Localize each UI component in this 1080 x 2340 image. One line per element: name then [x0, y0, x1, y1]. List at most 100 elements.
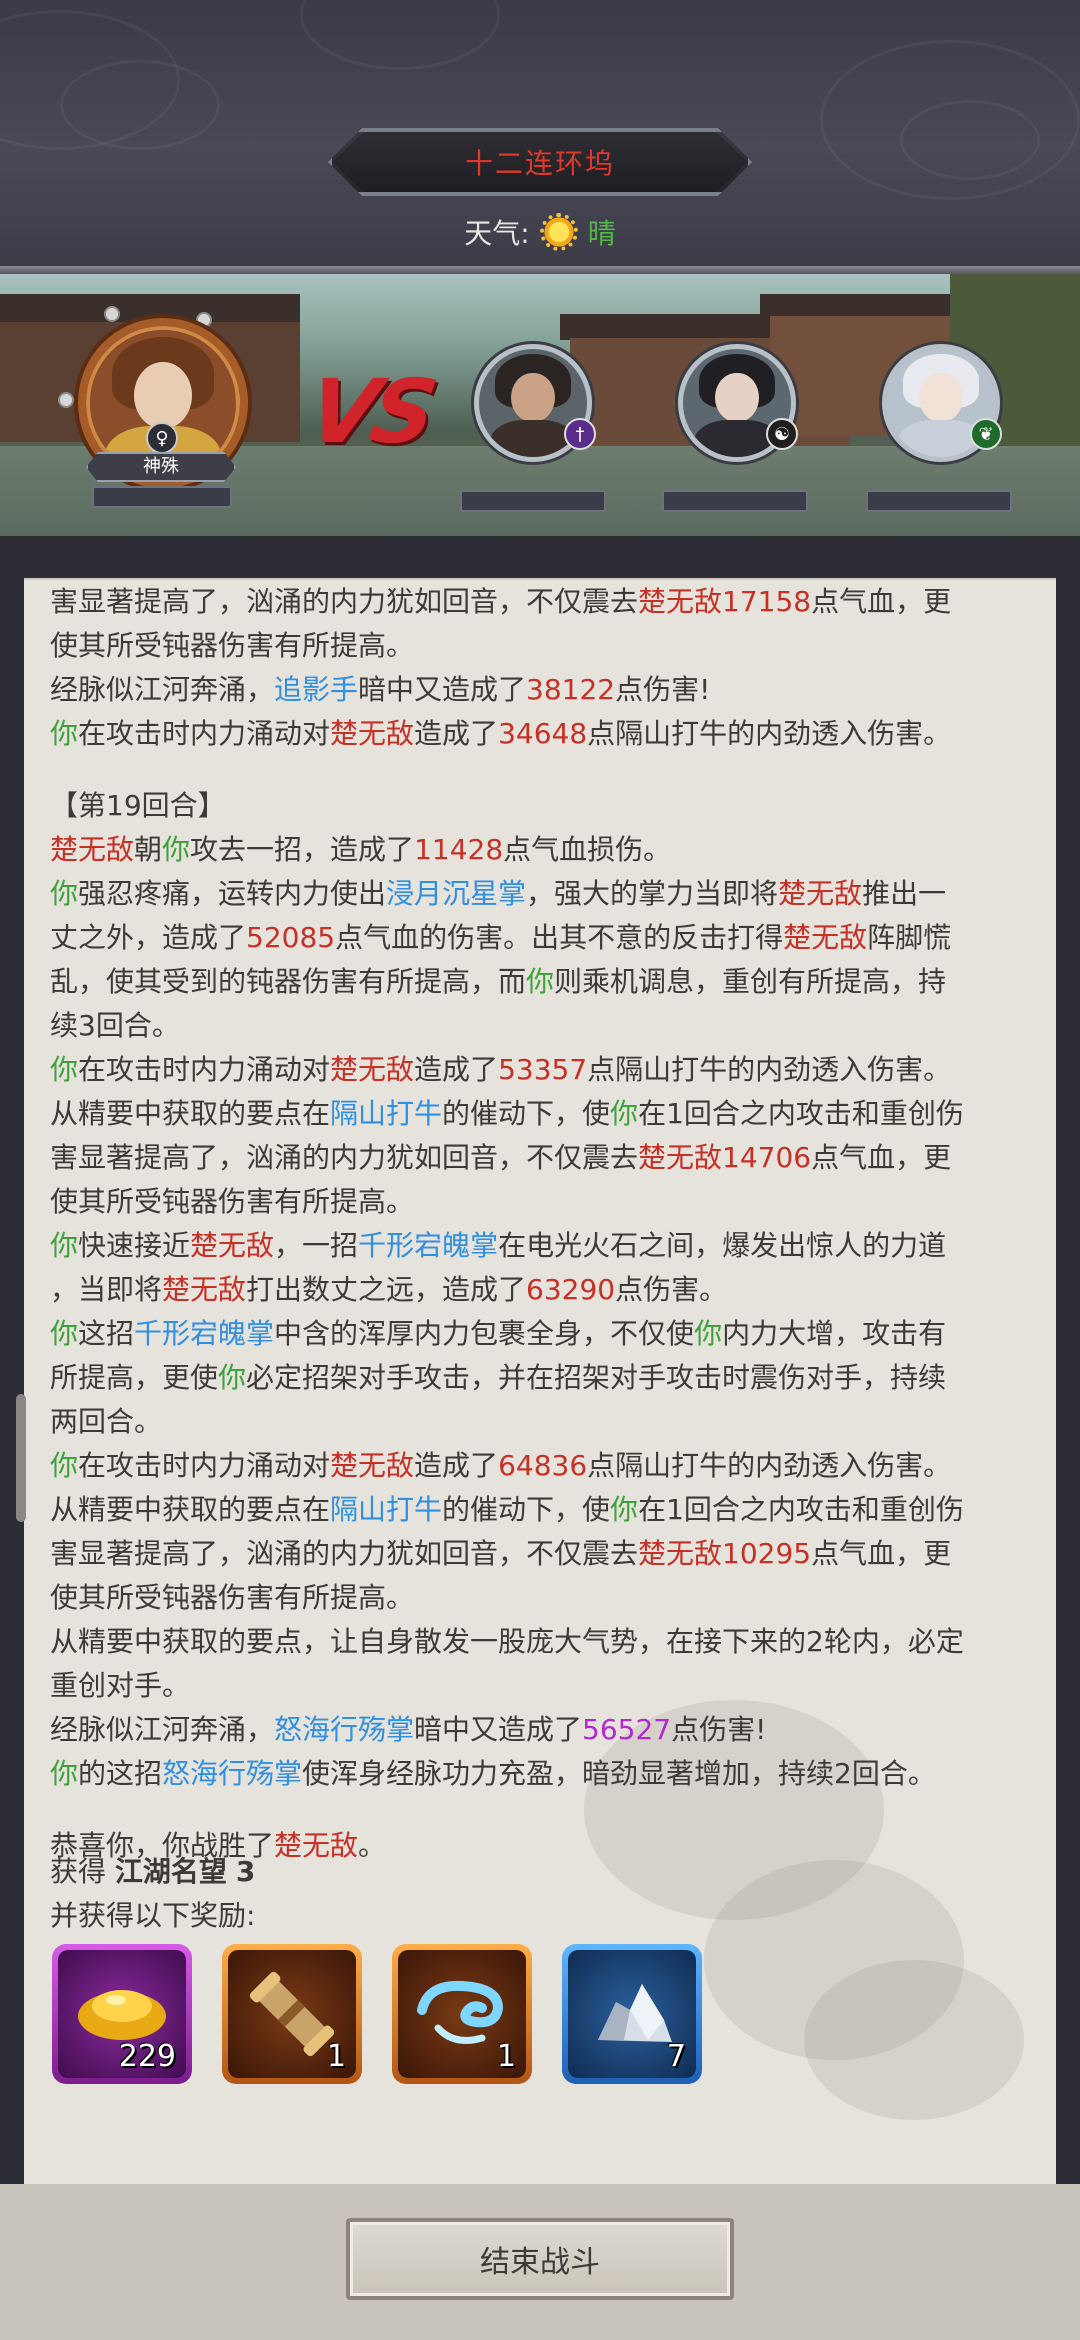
log-segment: 经脉似江河奔涌， [50, 1713, 275, 1746]
log-segment: 楚无敌 [330, 1053, 415, 1086]
log-segment: 63290 [526, 1273, 616, 1306]
reward-item-frame: 1 [398, 1950, 526, 2078]
log-segment: 14706 [722, 1141, 812, 1174]
log-segment: 攻去一招，造成了 [190, 833, 415, 866]
log-segment: 你 [610, 1493, 639, 1526]
vs-emblem: VS [300, 360, 439, 463]
log-segment: 隔山打牛 [330, 1493, 443, 1526]
location-title: 十二连环坞 [332, 132, 748, 192]
log-segment: 造成了 [414, 1053, 499, 1086]
log-segment: 53357 [498, 1053, 588, 1086]
reward-qty: 1 [326, 2039, 346, 2074]
log-segment: 你 [50, 1053, 79, 1086]
reward-qty: 229 [118, 2039, 176, 2074]
log-segment: 11428 [414, 833, 504, 866]
weather-row: 天气: 晴 [0, 212, 1080, 252]
log-segment: 。 [358, 1829, 387, 1862]
log-segment: 打出数丈之远，造成了 [246, 1273, 527, 1306]
log-line: 从精要中获取的要点，让自身散发一股庞大气势，在接下来的2轮内，必定 [50, 1620, 1030, 1664]
reward-item[interactable]: 7 [562, 1944, 702, 2084]
log-line: 经脉似江河奔涌，追影手暗中又造成了38122点伤害! [50, 668, 1030, 712]
reward-item-frame: 1 [228, 1950, 356, 2078]
log-line: 使其所受钝器伤害有所提高。 [50, 1576, 1030, 1620]
portrait-face [511, 372, 555, 423]
log-segment: ，一招 [274, 1229, 359, 1262]
log-segment: 你 [694, 1317, 723, 1350]
scrollbar-thumb[interactable] [16, 1394, 26, 1522]
ink-decoration [804, 1960, 1024, 2120]
log-segment: 阵脚慌 [867, 921, 952, 954]
reward-item-frame: 229 [58, 1950, 186, 2078]
log-segment: 你 [526, 965, 555, 998]
fame-prefix: 获得 [50, 1855, 107, 1888]
log-segment: 朝 [134, 833, 163, 866]
reward-item[interactable]: 229 [52, 1944, 192, 2084]
reward-item[interactable]: 1 [222, 1944, 362, 2084]
sun-icon [539, 213, 578, 251]
log-segment: 【第19回合】 [50, 789, 226, 822]
log-segment: 使其所受钝器伤害有所提高。 [50, 1581, 415, 1614]
reward-item[interactable]: 1 [392, 1944, 532, 2084]
log-segment: 38122 [526, 673, 616, 706]
log-segment: 楚无敌 [274, 1829, 359, 1862]
player-hp-bar [92, 486, 232, 508]
log-segment: 你 [50, 1317, 79, 1350]
sword-icon: † [564, 418, 596, 450]
log-segment: 在攻击时内力涌动对 [78, 717, 331, 750]
log-line: 你快速接近楚无敌，一招千形宕魄掌在电光火石之间，爆发出惊人的力道 [50, 1224, 1030, 1268]
log-segment: ，当即将 [50, 1273, 163, 1306]
log-line: 害显著提高了，汹涌的内力犹如回音，不仅震去楚无敌14706点气血，更 [50, 1136, 1030, 1180]
log-segment: 你 [50, 877, 79, 910]
log-segment: 17158 [722, 585, 812, 618]
log-segment: 暗中又造成了 [414, 1713, 583, 1746]
log-segment: 10295 [722, 1537, 812, 1570]
log-segment: 点隔山打牛的内劲透入伤害。 [587, 717, 952, 750]
reward-items: 229 1 1 7 [52, 1944, 702, 2084]
log-segment: 所提高，更使 [50, 1361, 219, 1394]
log-segment: 则乘机调息，重创有所提高，持 [554, 965, 947, 998]
portrait-face [133, 362, 193, 430]
log-segment: 推出一 [862, 877, 947, 910]
portrait-face [715, 372, 759, 423]
player-nameplate: 神殊 [86, 452, 236, 482]
end-battle-button[interactable]: 结束战斗 [346, 2218, 734, 2300]
portrait-face [919, 372, 963, 423]
log-segment: 点气血，更 [811, 585, 952, 618]
log-segment: 在攻击时内力涌动对 [78, 1449, 331, 1482]
log-segment: 从精要中获取的要点在 [50, 1493, 331, 1526]
reward-qty: 7 [666, 2039, 686, 2074]
log-segment: 在1回合之内攻击和重创伤 [638, 1097, 964, 1130]
log-segment: 楚无敌 [162, 1273, 247, 1306]
log-segment: 必定招架对手攻击，并在招架对手攻击时震伤对手，持续 [246, 1361, 947, 1394]
log-segment: 隔山打牛 [330, 1097, 443, 1130]
log-segment: 64836 [498, 1449, 588, 1482]
log-segment: 楚无敌 [50, 833, 135, 866]
log-line: 你强忍疼痛，运转内力使出浸月沉星掌，强大的掌力当即将楚无敌推出一 [50, 872, 1030, 916]
log-line: 续3回合。 [50, 1004, 1030, 1048]
enemy-hp-bar [460, 490, 606, 512]
log-segment: 的催动下，使 [442, 1493, 611, 1526]
enemy-hp-bar [866, 490, 1012, 512]
log-line: 害显著提高了，汹涌的内力犹如回音，不仅震去楚无敌10295点气血，更 [50, 1532, 1030, 1576]
log-segment: 害显著提高了，汹涌的内力犹如回音，不仅震去 [50, 585, 639, 618]
log-line: 你这招千形宕魄掌中含的浑厚内力包裹全身，不仅使你内力大增，攻击有 [50, 1312, 1030, 1356]
log-segment: 从精要中获取的要点在 [50, 1097, 331, 1130]
log-segment: 重创对手。 [50, 1669, 191, 1702]
log-segment: 使其所受钝器伤害有所提高。 [50, 1185, 415, 1218]
header-divider [0, 266, 1080, 274]
log-segment: 你 [50, 1449, 79, 1482]
log-line: ，当即将楚无敌打出数丈之远，造成了63290点伤害。 [50, 1268, 1030, 1312]
log-segment: 点气血，更 [811, 1537, 952, 1570]
log-segment: 的催动下，使 [442, 1097, 611, 1130]
log-segment: 使浑身经脉功力充盈，暗劲显著增加，持续2回合。 [302, 1757, 936, 1790]
log-segment: 你 [50, 717, 79, 750]
log-segment: 暗中又造成了 [358, 673, 527, 706]
log-segment: 52085 [246, 921, 336, 954]
log-line: 使其所受钝器伤害有所提高。 [50, 624, 1030, 668]
log-segment: 乱，使其受到的钝器伤害有所提高，而 [50, 965, 527, 998]
roof-decoration [760, 294, 960, 318]
log-segment: 中含的浑厚内力包裹全身，不仅使 [274, 1317, 695, 1350]
log-segment: 点气血损伤。 [503, 833, 672, 866]
log-segment: 快速接近 [78, 1229, 191, 1262]
log-segment: 点伤害。 [615, 1273, 728, 1306]
